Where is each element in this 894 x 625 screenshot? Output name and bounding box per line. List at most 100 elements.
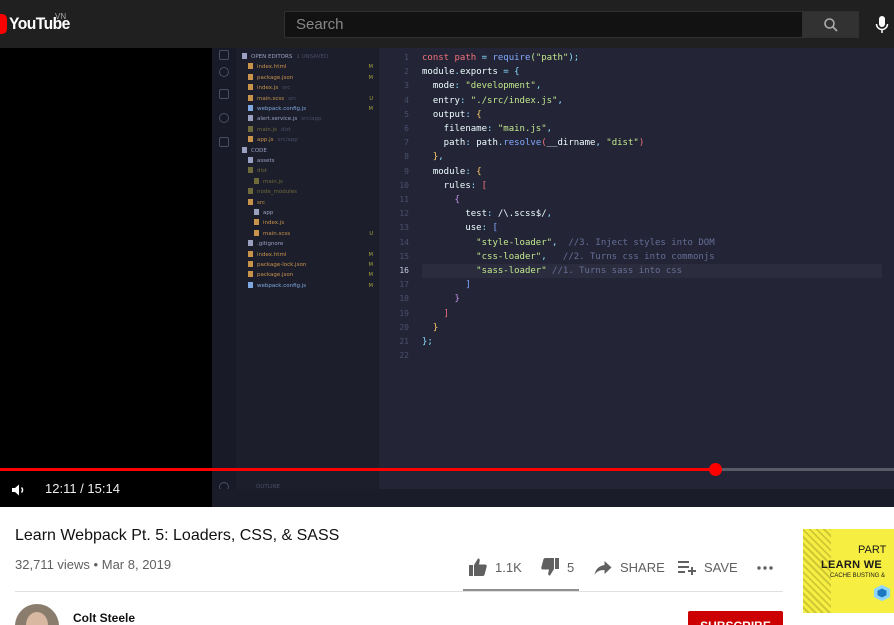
code-line[interactable]: }	[422, 321, 438, 335]
code-token: ,	[546, 209, 553, 220]
explorer-item[interactable]: package.json M	[248, 73, 379, 83]
thumbnail-title: LEARN WE	[821, 559, 883, 571]
line-number: 12	[399, 209, 409, 219]
code-line[interactable]: rules: [	[422, 179, 487, 193]
code-line[interactable]: {	[422, 193, 460, 207]
search-button[interactable]	[802, 11, 859, 38]
subscribe-button[interactable]: SUBSCRIBE	[688, 611, 783, 625]
code-token: use	[422, 223, 482, 234]
file-icon	[248, 271, 253, 278]
explorer-item[interactable]: main.js	[254, 177, 379, 187]
code-token: :	[487, 209, 498, 220]
explorer-item[interactable]: app.js src/app	[248, 136, 379, 145]
explorer-item[interactable]: index.html M	[248, 250, 379, 260]
explorer-item[interactable]: index.html M	[248, 63, 379, 72]
code-line[interactable]: ]	[422, 278, 471, 292]
code-line[interactable]: output: {	[422, 108, 482, 122]
code-line[interactable]: ]	[422, 307, 449, 321]
file-icon	[248, 261, 253, 267]
explorer-item[interactable]: webpack.config.js M	[248, 281, 379, 291]
video-title: Learn Webpack Pt. 5: Loaders, CSS, & SAS…	[15, 527, 340, 544]
divider	[15, 591, 783, 592]
explorer-item[interactable]: index.js src	[248, 84, 379, 93]
code-token: [	[481, 180, 488, 191]
file-icon	[248, 198, 253, 205]
code-line[interactable]: "sass-loader" //1. Turns sass into css	[422, 264, 882, 279]
explorer-item[interactable]: CODE	[242, 146, 379, 156]
explorer-item[interactable]: main.js dist	[248, 125, 379, 135]
code-line[interactable]: };	[422, 335, 433, 349]
explorer-item[interactable]: main.scss src U	[248, 94, 379, 104]
git-status-mark: M	[368, 262, 373, 268]
like-count: 1.1K	[495, 559, 522, 575]
code-token: ,	[552, 237, 569, 248]
line-number: 14	[399, 237, 409, 247]
editor-code-pane: 1 const path = require("path"); 2 module.ex…	[379, 48, 894, 507]
code-line[interactable]: module.exports = {	[422, 65, 520, 79]
code-token: ,	[535, 81, 542, 92]
file-icon	[254, 219, 259, 226]
code-line[interactable]: test: /\.scss$/,	[422, 207, 552, 221]
code-line[interactable]: module: {	[422, 165, 482, 179]
code-line[interactable]: path: path.resolve(__dirname, "dist")	[422, 136, 645, 150]
explorer-item[interactable]: .gitignore	[248, 240, 379, 249]
explorer-item[interactable]: package.json M	[248, 271, 379, 280]
explorer-item[interactable]: src	[248, 198, 379, 208]
code-token: )	[638, 138, 645, 149]
code-line[interactable]: const path = require("path");	[422, 51, 579, 65]
line-number: 4	[404, 95, 409, 105]
code-line[interactable]: }	[422, 292, 460, 306]
video-player[interactable]: OUTLINE OPEN EDITORS 1 UNSAVED index.html M…	[0, 48, 894, 507]
file-icon	[242, 146, 247, 153]
channel-name[interactable]: Colt Steele	[73, 611, 135, 625]
code-line[interactable]: filename: "main.js",	[422, 122, 552, 136]
code-line[interactable]: entry: "./src/index.js",	[422, 94, 563, 108]
player-controls: 12:11 / 15:14	[0, 476, 894, 504]
explorer-item[interactable]: node_modules	[248, 188, 379, 197]
dislike-button[interactable]: 5	[540, 553, 574, 581]
file-icon	[254, 209, 259, 215]
search-icon	[219, 67, 229, 77]
code-token: "css-loader"	[422, 251, 542, 262]
code-line[interactable]: },	[422, 150, 444, 164]
line-number: 11	[399, 195, 409, 204]
code-token: =	[476, 53, 493, 63]
explorer-item[interactable]: dist	[248, 167, 379, 176]
file-icon	[248, 94, 253, 101]
video-actions: 1.1K 5 SHARE SAVE	[0, 553, 790, 585]
file-icon	[248, 84, 253, 91]
code-token: }	[422, 322, 439, 333]
code-line[interactable]: mode: "development",	[422, 79, 541, 93]
line-number: 10	[399, 180, 409, 190]
debug-icon	[219, 113, 229, 123]
explorer-item[interactable]: alert.service.js src/app	[248, 115, 379, 124]
share-button[interactable]: SHARE	[593, 553, 665, 581]
explorer-item[interactable]: OPEN EDITORS 1 UNSAVED	[242, 53, 379, 62]
more-actions-button[interactable]	[755, 553, 775, 581]
explorer-item[interactable]: assets	[248, 157, 379, 166]
thumbnail-stripes	[803, 529, 831, 613]
explorer-item[interactable]: package-lock.json M	[248, 261, 379, 270]
youtube-watch-page: YouTube VN Search OUTLINE OPEN EDITORS 1…	[0, 0, 894, 625]
progress-bar[interactable]	[0, 463, 894, 476]
editor-explorer: OUTLINE OPEN EDITORS 1 UNSAVED index.html M…	[236, 48, 379, 507]
explorer-item[interactable]: webpack.config.js M	[248, 105, 379, 114]
channel-avatar[interactable]	[15, 604, 59, 625]
explorer-item-label: node_modules	[257, 189, 297, 196]
voice-search-button[interactable]	[872, 14, 892, 36]
youtube-logo[interactable]: YouTube VN	[0, 12, 75, 35]
search-input[interactable]: Search	[284, 11, 803, 38]
code-token: }	[422, 294, 460, 305]
related-video-thumbnail[interactable]: PART LEARN WE CACHE BUSTING &	[803, 529, 894, 613]
explorer-item[interactable]: app	[254, 209, 379, 218]
like-button[interactable]: 1.1K	[468, 553, 522, 581]
code-line[interactable]: use: [	[422, 221, 498, 235]
volume-button[interactable]	[9, 480, 29, 500]
explorer-item[interactable]: index.js	[254, 219, 379, 228]
save-button[interactable]: SAVE	[677, 553, 738, 581]
explorer-item[interactable]: main.scss U	[254, 229, 379, 239]
code-token: :	[487, 124, 498, 134]
code-line[interactable]: "style-loader", //3. Inject styles into …	[422, 236, 714, 250]
code-token: ]	[422, 280, 471, 291]
code-line[interactable]: "css-loader", //2. Turns css into common…	[422, 250, 714, 264]
